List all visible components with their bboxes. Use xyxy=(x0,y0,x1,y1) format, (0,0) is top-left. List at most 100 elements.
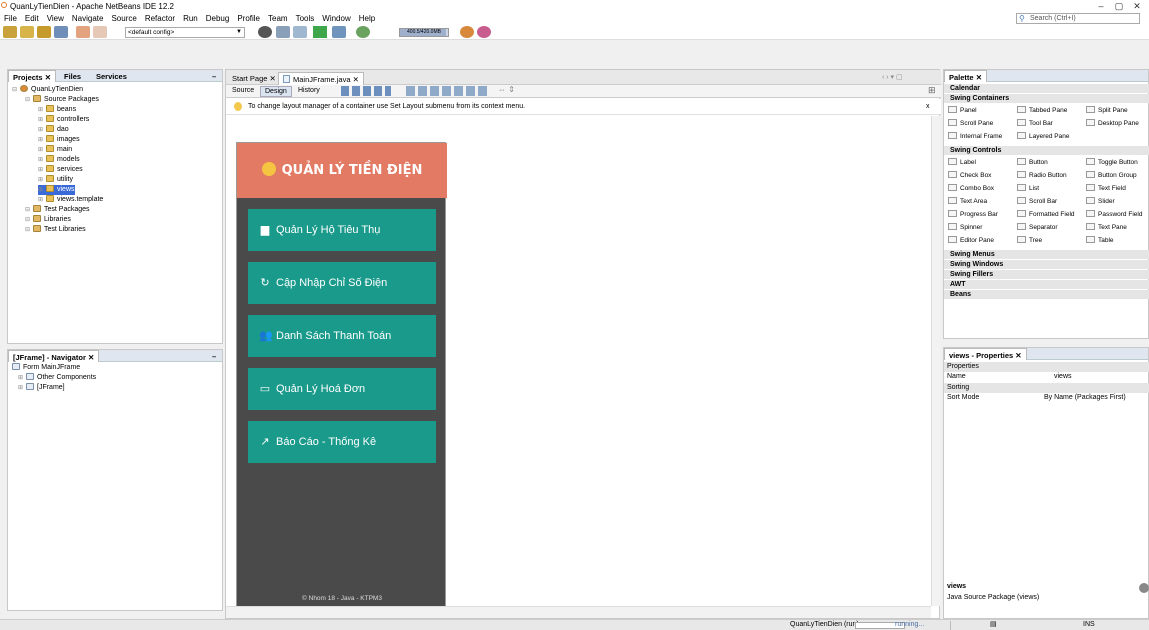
expand-icon[interactable]: ⊞ xyxy=(38,125,44,135)
palette-item-panel[interactable]: Panel xyxy=(948,106,977,115)
alignment-icons[interactable] xyxy=(406,86,490,96)
properties-section[interactable]: Sorting xyxy=(944,383,1149,393)
run-icon[interactable] xyxy=(313,26,327,38)
menu-edit[interactable]: Edit xyxy=(21,12,43,25)
palette-item-spinner[interactable]: Spinner xyxy=(948,223,982,232)
palette-item-internal-frame[interactable]: Internal Frame xyxy=(948,132,1002,141)
minimize-panel-button[interactable]: – xyxy=(208,70,220,82)
tab-palette[interactable]: Palette ✕ xyxy=(944,70,987,82)
menu-button-2[interactable]: ↻ Cập Nhập Chỉ Số Điện xyxy=(248,262,436,304)
gc-icon[interactable] xyxy=(460,26,474,38)
build-icon[interactable] xyxy=(276,26,290,38)
tree-item-services[interactable]: ⊞ services xyxy=(38,165,83,175)
palette-item-progress-bar[interactable]: Progress Bar xyxy=(948,210,998,219)
palette-item-tree[interactable]: Tree xyxy=(1017,236,1042,245)
menu-window[interactable]: Window xyxy=(318,12,354,25)
selection-mode-icons[interactable] xyxy=(341,86,391,96)
run-status[interactable]: QuanLyTienDien (run) xyxy=(790,620,859,630)
palette-item-button[interactable]: Button xyxy=(1017,158,1048,167)
menu-run[interactable]: Run xyxy=(179,12,202,25)
menu-file[interactable]: File xyxy=(0,12,21,25)
close-button[interactable]: ✕ xyxy=(1129,0,1145,12)
navigator-item[interactable]: Form MainJFrame xyxy=(12,363,80,373)
expand-icon[interactable]: ⊞ xyxy=(38,115,44,125)
tab-start-page[interactable]: Start Page ✕ xyxy=(228,72,280,85)
profile-icon[interactable] xyxy=(356,26,370,38)
notification-icon[interactable]: ▤ xyxy=(990,620,997,630)
horizontal-scrollbar[interactable] xyxy=(226,606,931,618)
palette-item-text-area[interactable]: Text Area xyxy=(948,197,987,206)
palette-category-swing-menus[interactable]: Swing Menus xyxy=(944,250,1149,259)
open-project-icon[interactable] xyxy=(37,26,51,38)
design-canvas[interactable]: QUẢN LÝ TIỀN ĐIỆN ▆ Quản Lý Hộ Tiêu Thụ ↻ C… xyxy=(226,116,931,612)
palette-item-toggle-button[interactable]: Toggle Button xyxy=(1086,158,1138,167)
palette-item-formatted-field[interactable]: Formatted Field xyxy=(1017,210,1075,219)
expand-icon[interactable]: ⊟ xyxy=(25,225,31,235)
minimize-panel-button[interactable]: – xyxy=(208,350,220,362)
palette-item-check-box[interactable]: Check Box xyxy=(948,171,991,180)
palette-item-tool-bar[interactable]: Tool Bar xyxy=(1017,119,1053,128)
palette-item-layered-pane[interactable]: Layered Pane xyxy=(1017,132,1069,141)
tab-services[interactable]: Services xyxy=(92,70,131,82)
palette-item-scroll-bar[interactable]: Scroll Bar xyxy=(1017,197,1057,206)
tab-scroll-arrows[interactable]: ‹ › ▾ ▢ xyxy=(882,73,903,81)
config-select[interactable]: <default config> ▼ xyxy=(125,27,245,38)
expand-icon[interactable]: ⊞ xyxy=(38,165,44,175)
tab-files[interactable]: Files xyxy=(60,70,85,82)
clean-build-icon[interactable] xyxy=(293,26,307,38)
palette-item-button-group[interactable]: Button Group xyxy=(1086,171,1137,180)
vertical-scrollbar[interactable] xyxy=(931,116,940,606)
tree-item-libraries[interactable]: ⊟ Libraries xyxy=(25,215,71,225)
restore-button[interactable]: ▢ xyxy=(1111,0,1127,12)
expand-icon[interactable]: ⊞ xyxy=(18,373,24,383)
tree-item-beans[interactable]: ⊞ beans xyxy=(38,105,76,115)
tree-item-models[interactable]: ⊞ models xyxy=(38,155,80,165)
expand-icon[interactable]: ⊞ xyxy=(38,195,44,205)
palette-category-beans[interactable]: Beans xyxy=(944,290,1149,299)
jframe-form[interactable]: QUẢN LÝ TIỀN ĐIỆN ▆ Quản Lý Hộ Tiêu Thụ ↻ C… xyxy=(236,142,447,612)
palette-category-swing-windows[interactable]: Swing Windows xyxy=(944,260,1149,269)
tree-item-utility[interactable]: ⊞ utility xyxy=(38,175,73,185)
palette-item-slider[interactable]: Slider xyxy=(1086,197,1115,206)
tab-mainjframe[interactable]: MainJFrame.java ✕ xyxy=(278,72,364,85)
tree-item-views[interactable]: ⊞ views xyxy=(38,185,75,195)
expand-icon[interactable]: ⊞ xyxy=(928,85,936,96)
menu-button-4[interactable]: ▭ Quản Lý Hoá Đơn xyxy=(248,368,436,410)
minimize-button[interactable]: – xyxy=(1093,0,1109,12)
property-value[interactable]: By Name (Packages First) xyxy=(1044,393,1126,403)
expand-icon[interactable]: ⊞ xyxy=(38,175,44,185)
new-project-icon[interactable] xyxy=(3,26,17,38)
palette-item-editor-pane[interactable]: Editor Pane xyxy=(948,236,994,245)
palette-item-tabbed-pane[interactable]: Tabbed Pane xyxy=(1017,106,1067,115)
hint-close-button[interactable]: x xyxy=(926,99,930,115)
build-target-icon[interactable] xyxy=(258,26,272,38)
palette-item-scroll-pane[interactable]: Scroll Pane xyxy=(948,119,993,128)
navigator-item[interactable]: ⊞ Other Components xyxy=(18,373,96,383)
menu-button-5[interactable]: ↗ Báo Cáo - Thống Kê xyxy=(248,421,436,463)
property-value[interactable]: views xyxy=(1054,372,1072,382)
debug-icon[interactable] xyxy=(332,26,346,38)
palette-item-password-field[interactable]: Password Field xyxy=(1086,210,1142,219)
help-icon[interactable] xyxy=(1139,583,1149,593)
menu-button-1[interactable]: ▆ Quản Lý Hộ Tiêu Thụ xyxy=(248,209,436,251)
tree-item-quanlytiendien[interactable]: ⊟ QuanLyTienDien xyxy=(12,85,83,95)
palette-item-label[interactable]: Label xyxy=(948,158,976,167)
palette-item-table[interactable]: Table xyxy=(1086,236,1114,245)
palette-item-combo-box[interactable]: Combo Box xyxy=(948,184,994,193)
tab-projects[interactable]: Projects ✕ xyxy=(8,70,56,82)
tab-navigator[interactable]: [JFrame] - Navigator ✕ xyxy=(8,350,100,362)
menu-refactor[interactable]: Refactor xyxy=(141,12,179,25)
expand-icon[interactable]: ⊞ xyxy=(38,105,44,115)
palette-item-desktop-pane[interactable]: Desktop Pane xyxy=(1086,119,1139,128)
palette-category-swing-containers[interactable]: Swing Containers xyxy=(944,94,1149,103)
palette-item-split-pane[interactable]: Split Pane xyxy=(1086,106,1128,115)
menu-view[interactable]: View xyxy=(43,12,68,25)
mode-history[interactable]: History xyxy=(294,86,324,97)
save-all-icon[interactable] xyxy=(54,26,68,38)
resize-icons[interactable]: ⇔ ⇕ xyxy=(498,85,515,94)
memory-indicator[interactable]: 400.5/420.0MB xyxy=(399,28,449,37)
menu-source[interactable]: Source xyxy=(107,12,140,25)
tree-item-test-libraries[interactable]: ⊟ Test Libraries xyxy=(25,225,86,235)
expand-icon[interactable]: ⊞ xyxy=(38,145,44,155)
expand-icon[interactable]: ⊞ xyxy=(18,383,24,393)
